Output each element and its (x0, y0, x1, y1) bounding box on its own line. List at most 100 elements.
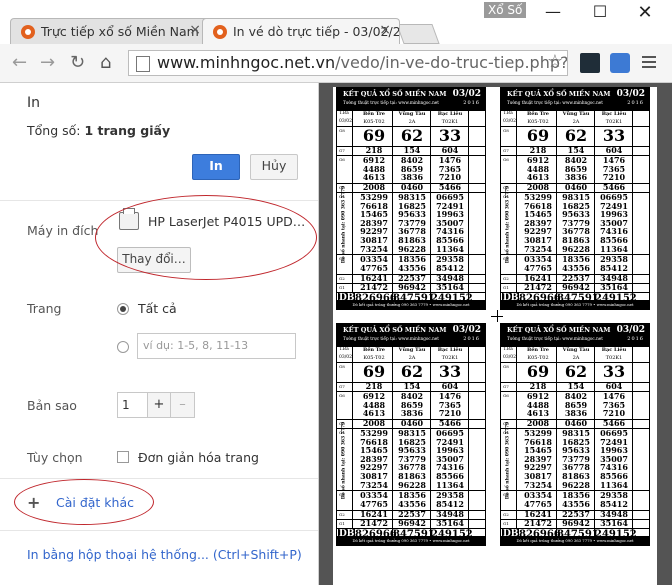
prize-number: 35164 (436, 517, 464, 528)
new-tab-button[interactable] (396, 24, 440, 44)
province-name: Bạc Liêu (437, 111, 463, 117)
profile-label[interactable]: Xổ Số (484, 2, 527, 18)
prize-number: 11364 (600, 243, 628, 254)
ticket-header: KẾT QUẢ XỔ SỐ MIỀN NAM 03/02 Tường thuật t… (337, 88, 485, 110)
province-code: 2A (572, 355, 580, 361)
extension-translate-icon[interactable] (610, 53, 630, 73)
lottery-ticket: KẾT QUẢ XỔ SỐ MIỀN NAM 03/02 Tường thuật t… (500, 87, 650, 310)
prize-label: G7 (339, 148, 345, 153)
total-pages-value: 1 trang giấy (84, 123, 171, 138)
maximize-icon[interactable]: ☐ (585, 2, 615, 21)
prize-number: 35164 (600, 281, 628, 292)
home-icon[interactable]: ⌂ (100, 52, 111, 73)
ticket-date: 03/02 (452, 325, 481, 335)
prize-number: 154 (403, 145, 421, 156)
tab-strip: Trực tiếp xổ số Miền Nam × In vé dò trực… (0, 18, 672, 44)
ticket-title: KẾT QUẢ XỔ SỐ MIỀN NAM (507, 90, 611, 98)
print-title: In (27, 95, 41, 111)
pages-range-radio[interactable] (117, 341, 129, 353)
side-text: Dò số nhanh tại: 090 363 7779 (505, 185, 511, 264)
simplify-page-label: Đơn giản hóa trang (138, 450, 259, 465)
copies-decrement-button[interactable]: – (171, 392, 195, 418)
browser-toolbar: ← → ↻ ⌂ www.minhngoc.net.vn/vedo/in-ve-d… (0, 44, 672, 83)
province-code: K05-T02 (363, 119, 385, 125)
divider (0, 530, 318, 531)
bookmark-star-icon[interactable]: ☆ (547, 51, 563, 72)
tab-close-icon[interactable]: × (189, 22, 201, 38)
province-name: Bạc Liêu (601, 111, 627, 117)
reload-icon[interactable]: ↻ (70, 52, 85, 73)
prize-number: 4613 (526, 408, 550, 419)
prize-number: 85412 (436, 263, 464, 274)
prize-label: G2 (503, 275, 509, 281)
back-arrow-icon[interactable]: ← (12, 52, 27, 73)
prize-label: G1 (503, 520, 509, 526)
prize-number: 5466 (438, 418, 462, 429)
prize-label: G8 (503, 128, 509, 133)
ticket-footer: Dò kết quả trúng thưởng 090 363 7779 • w… (337, 300, 485, 309)
ticket-date: 03/02 (616, 89, 645, 99)
copies-increment-button[interactable]: + (147, 392, 171, 418)
column-divider (556, 346, 557, 541)
column-divider (352, 346, 353, 528)
prize-number: 2008 (362, 418, 386, 429)
address-bar[interactable]: www.minhngoc.net.vn/vedo/in-ve-do-truc-t… (128, 50, 568, 76)
prize-number: 3836 (564, 408, 588, 419)
prize-number: 3836 (564, 172, 588, 183)
prize-number: 4613 (362, 172, 386, 183)
divider (0, 478, 318, 479)
prize-number: 43556 (398, 263, 426, 274)
forward-arrow-icon[interactable]: → (40, 52, 55, 73)
pages-range-input[interactable]: ví dụ: 1-5, 8, 11-13 (137, 333, 296, 359)
minimize-icon[interactable]: — (538, 2, 568, 21)
cancel-button[interactable]: Hủy (250, 154, 298, 180)
copies-input[interactable]: 1 (117, 392, 147, 418)
print-button[interactable]: In (192, 154, 240, 180)
province-name: Vũng Tàu (562, 347, 590, 353)
prize-label: G8 (339, 128, 345, 133)
prize-label: G1 (503, 284, 509, 290)
side-text: Dò số nhanh tại: 090 363 7779 (341, 421, 347, 500)
lottery-ticket: KẾT QUẢ XỔ SỐ MIỀN NAM 03/02 Tường thuật t… (336, 323, 486, 546)
ticket-header: KẾT QUẢ XỔ SỐ MIỀN NAM 03/02 Tường thuật t… (337, 324, 485, 346)
url-host: www.minhngoc.net.vn (157, 53, 336, 72)
province-code: T02K1 (441, 355, 459, 361)
chrome-menu-icon[interactable] (642, 53, 656, 71)
prize-number: 11364 (600, 479, 628, 490)
province-code: T02K1 (605, 355, 623, 361)
simplify-page-checkbox[interactable] (117, 451, 129, 463)
lottery-ticket: KẾT QUẢ XỔ SỐ MIỀN NAM 03/02 Tường thuật t… (500, 323, 650, 546)
ticket-year: 2016 (463, 100, 480, 106)
ticket-side-text: Dò số nhanh tại: 090 363 7779 (337, 422, 352, 502)
ticket-year: 2016 (463, 336, 480, 342)
ticket-header: KẾT QUẢ XỔ SỐ MIỀN NAM 03/02 Tường thuật t… (501, 324, 649, 346)
tab-label: In vé dò trực tiếp - 03/02/2… (233, 24, 400, 39)
ticket-footer: Dò kết quả trúng thưởng 090 363 7779 • w… (337, 536, 485, 545)
province-code: T02K1 (441, 119, 459, 125)
column-divider (594, 110, 595, 305)
province-name: Bến Tre (527, 347, 549, 353)
prize-number: 47765 (524, 499, 552, 510)
pages-all-radio[interactable] (117, 303, 129, 315)
column-divider (352, 110, 353, 292)
province-name: Bến Tre (363, 111, 385, 117)
tab-close-icon[interactable]: × (379, 22, 391, 38)
system-dialog-link[interactable]: In bằng hộp thoại hệ thống... (Ctrl+Shif… (27, 547, 302, 562)
ticket-subtitle: Tường thuật trực tiếp tại: www.minhngoc.… (507, 100, 603, 105)
tab-truc-tiep-xo-so[interactable]: Trực tiếp xổ số Miền Nam × (10, 18, 210, 44)
ticket-subtitle: Tường thuật trực tiếp tại: www.minhngoc.… (343, 100, 439, 105)
prize-number: 96228 (398, 243, 426, 254)
close-window-icon[interactable]: ✕ (630, 2, 660, 23)
extension-spy-icon[interactable] (580, 53, 600, 73)
ticket-date: 03/02 (616, 325, 645, 335)
tab-in-ve-do[interactable]: In vé dò trực tiếp - 03/02/2… × (202, 18, 400, 44)
province-code: K05-T02 (527, 355, 549, 361)
prize-number: 5466 (602, 182, 626, 193)
province-name: Bạc Liêu (437, 347, 463, 353)
prize-label: G8 (339, 364, 345, 369)
print-settings-panel: In Tổng số: 1 trang giấy In Hủy Máy in đ… (0, 83, 319, 585)
prize-number: 218 (365, 145, 383, 156)
prize-number: 96228 (562, 479, 590, 490)
date-code: 03/02 (339, 355, 352, 360)
prize-number: 154 (403, 381, 421, 392)
